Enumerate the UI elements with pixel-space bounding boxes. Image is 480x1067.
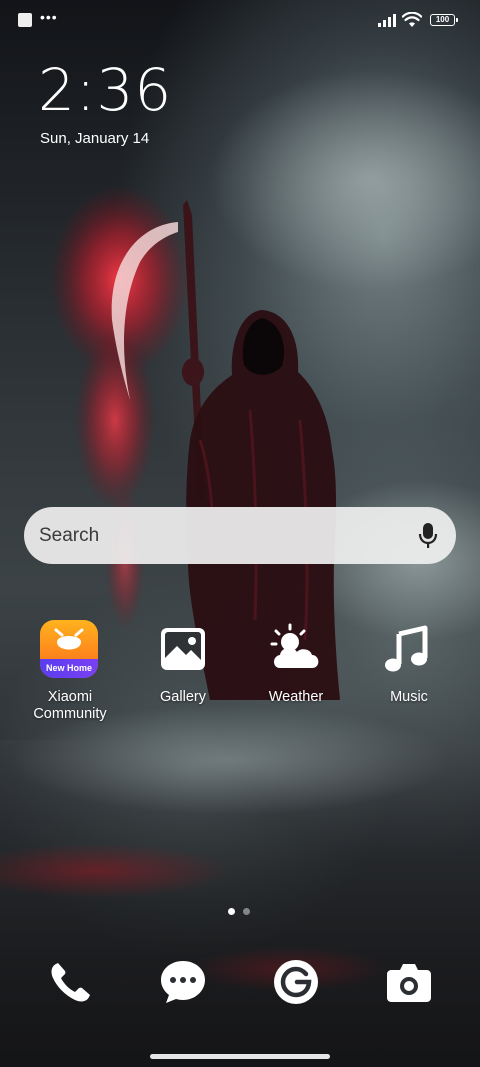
app-label: Music <box>390 689 428 705</box>
gallery-icon <box>161 628 205 670</box>
app-music[interactable]: Music <box>353 620 465 706</box>
search-bar[interactable]: Search <box>24 507 456 564</box>
dock-phone[interactable] <box>47 958 95 1006</box>
mic-icon[interactable] <box>418 522 438 550</box>
google-icon <box>274 960 318 1004</box>
clock-time[interactable]: 2:36 <box>38 58 172 122</box>
page-dot <box>243 908 250 915</box>
signal-icon <box>378 14 396 27</box>
more-dots-icon: ••• <box>40 9 58 25</box>
app-xiaomi-community[interactable]: New Home Xiaomi Community <box>14 620 126 723</box>
app-label: Xiaomi Community <box>33 689 107 722</box>
page-indicator[interactable] <box>228 908 258 916</box>
page-dot-active <box>228 908 235 915</box>
app-gallery[interactable]: Gallery <box>127 620 239 706</box>
clock-date[interactable]: Sun, January 14 <box>40 130 149 147</box>
wifi-icon <box>402 12 422 27</box>
notification-icon <box>18 13 32 27</box>
xiaomi-community-icon: New Home <box>40 620 98 678</box>
weather-icon <box>270 623 319 668</box>
music-icon <box>385 625 428 672</box>
search-placeholder: Search <box>39 525 100 546</box>
battery-indicator: 100 <box>430 14 458 26</box>
status-bar: ••• 100 <box>0 0 480 40</box>
dock-google[interactable] <box>272 958 320 1006</box>
messages-icon <box>161 961 205 1003</box>
phone-icon <box>51 963 90 1002</box>
app-weather[interactable]: Weather <box>240 620 352 706</box>
camera-icon <box>387 964 431 1002</box>
app-label: Weather <box>268 689 324 705</box>
home-gesture-bar[interactable] <box>150 1054 330 1059</box>
app-label: Gallery <box>160 689 206 705</box>
dock-messages[interactable] <box>159 958 207 1006</box>
new-home-badge: New Home <box>40 659 98 678</box>
dock-camera[interactable] <box>385 958 433 1006</box>
